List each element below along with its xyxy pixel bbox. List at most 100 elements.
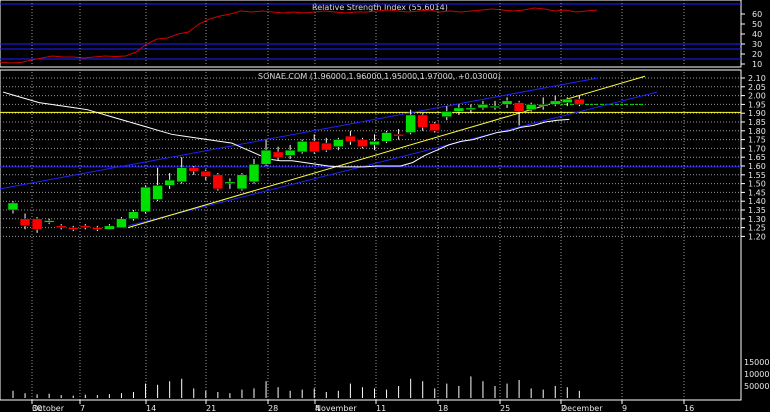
candle-body: [284, 149, 296, 156]
price-tick-label: 1.45: [748, 188, 766, 197]
price-tick-label: 1.55: [748, 171, 766, 180]
candle-body: [574, 98, 585, 105]
candle-body: [429, 123, 440, 132]
candlestick: [357, 137, 368, 149]
price-tick-label: 1.20: [748, 232, 766, 241]
rsi-tick-label: 20: [752, 50, 762, 59]
candle-body: [537, 104, 549, 107]
candle-body: [513, 102, 525, 112]
candle-body: [381, 132, 392, 142]
candle-body: [128, 211, 139, 220]
candle-body: [104, 225, 115, 230]
month-label: November: [315, 404, 357, 412]
candle-body: [31, 218, 43, 230]
candlestick: [140, 185, 151, 214]
candle-body: [393, 134, 404, 137]
candle-body: [55, 225, 67, 228]
candle-body: [152, 185, 163, 200]
candle-body: [188, 167, 199, 172]
rsi-tick-label: 10: [752, 60, 762, 69]
price-tick-label: 2.00: [748, 92, 766, 101]
candle-body: [562, 98, 573, 103]
candle-body: [441, 111, 453, 117]
candle-body: [477, 104, 489, 109]
candle-body: [200, 171, 212, 177]
price-tick-label: 1.40: [748, 197, 766, 206]
candle-body: [260, 149, 272, 165]
candlestick: [128, 210, 139, 221]
stock-chart: Relative Strength Index (55.6014) 605040…: [0, 0, 770, 412]
candle-body: [43, 220, 55, 223]
date-tick-label: 16: [684, 404, 694, 412]
candle-body: [321, 142, 332, 151]
price-tick-label: 1.35: [748, 206, 766, 215]
candlestick: [381, 130, 392, 144]
candle-body: [224, 181, 236, 184]
month-label: December: [561, 404, 603, 412]
date-tick-label: 7: [80, 404, 85, 412]
price-tick-label: 1.70: [748, 144, 766, 153]
price-tick-label: 1.80: [748, 127, 766, 136]
candle-body: [164, 179, 175, 186]
price-tick-label: 1.95: [748, 100, 766, 109]
price-tick-label: 1.75: [748, 136, 766, 145]
candle-body: [369, 141, 380, 146]
price-tick-label: 2.05: [748, 83, 766, 92]
date-tick-label: 11: [376, 404, 386, 412]
candle-body: [116, 218, 127, 228]
candle-body: [176, 167, 187, 183]
candle-body: [272, 151, 284, 158]
candle-body: [309, 141, 320, 153]
price-tick-label: 1.65: [748, 153, 766, 162]
rsi-tick-label: 50: [752, 20, 762, 29]
candlestick: [429, 122, 440, 133]
candle-body: [248, 163, 260, 183]
price-tick-label: 1.90: [748, 109, 766, 118]
candle-body: [68, 227, 79, 230]
candle-body: [357, 139, 368, 147]
candle-body: [345, 135, 356, 142]
candle-body: [525, 104, 537, 110]
candle-body: [550, 100, 561, 105]
candle-body: [417, 114, 428, 128]
candle-body: [7, 202, 19, 211]
candle-body: [140, 186, 151, 213]
price-tick-label: 2.10: [748, 74, 766, 83]
date-tick-label: 9: [622, 404, 627, 412]
price-tick-label: 1.60: [748, 162, 766, 171]
volume-tick-label: 50000: [744, 382, 769, 391]
candle-body: [296, 141, 308, 153]
candle-body: [92, 227, 103, 230]
price-title: SONAE.COM (1.96000,1.96000,1.95000,1.970…: [258, 72, 501, 81]
date-tick-label: 18: [438, 404, 448, 412]
candle-body: [333, 139, 344, 147]
candle-body: [19, 218, 31, 227]
candle-body: [236, 174, 248, 190]
rsi-tick-label: 30: [752, 40, 762, 49]
rsi-tick-label: 40: [752, 30, 762, 39]
date-tick-label: 21: [206, 404, 216, 412]
date-tick-label: 14: [146, 404, 156, 412]
candlestick: [212, 173, 224, 191]
candlestick: [296, 139, 308, 154]
candle-body: [489, 105, 501, 108]
candle-body: [465, 107, 477, 110]
candle-body: [453, 107, 465, 112]
chart-background: [0, 0, 770, 412]
month-label: October: [32, 404, 65, 412]
rsi-tick-label: 60: [752, 10, 762, 19]
price-tick-label: 1.25: [748, 224, 766, 233]
candle-body: [80, 225, 91, 228]
volume-tick-label: 150000: [744, 358, 770, 367]
candle-body: [405, 114, 416, 133]
price-tick-label: 1.30: [748, 215, 766, 224]
volume-tick-label: 100000: [744, 370, 770, 379]
date-tick-label: 25: [500, 404, 510, 412]
candlestick: [236, 173, 248, 191]
candle-body: [501, 100, 513, 105]
price-tick-label: 1.50: [748, 180, 766, 189]
candle-body: [212, 174, 224, 190]
price-tick-label: 1.85: [748, 118, 766, 127]
volume-axis: 150000 100000 50000: [744, 358, 770, 391]
date-tick-label: 28: [268, 404, 278, 412]
